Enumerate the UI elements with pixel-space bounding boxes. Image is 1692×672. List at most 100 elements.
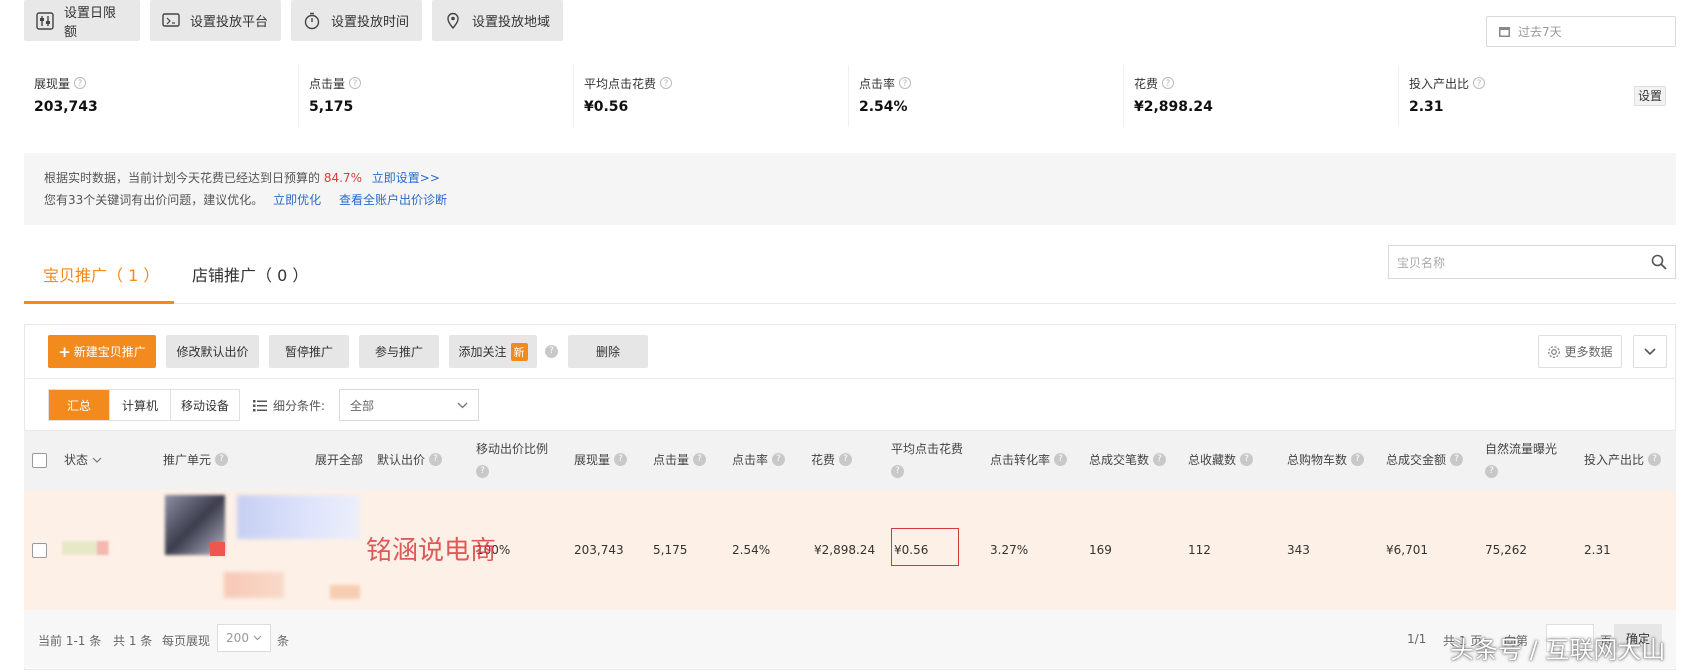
col-natural-exposure[interactable]: 自然流量曝光? <box>1485 440 1557 478</box>
col-gmv[interactable]: 总成交金额? <box>1386 451 1464 468</box>
help-icon[interactable]: ? <box>1240 453 1254 466</box>
col-mobile-ratio: 移动出价比例? <box>476 440 548 478</box>
calendar-icon <box>1499 26 1510 37</box>
col-orders[interactable]: 总成交笔数? <box>1089 451 1167 468</box>
stopwatch-icon <box>304 12 320 29</box>
filter-label-group: 细分条件: <box>253 397 325 414</box>
help-icon[interactable]: ? <box>1648 453 1662 466</box>
col-gmv-label: 总成交金额 <box>1386 453 1447 467</box>
col-status-label: 状态 <box>64 453 89 467</box>
notice-text-2: 您有33个关键词有出价问题，建议优化。 <box>44 193 264 207</box>
col-cart[interactable]: 总购物车数? <box>1287 451 1365 468</box>
col-avg-cpc-label: 平均点击花费 <box>891 442 964 456</box>
set-daily-limit-button[interactable]: 设置日限额 <box>24 0 140 41</box>
budget-percent: 84.7% <box>323 171 362 185</box>
col-clicks[interactable]: 点击量? <box>653 451 707 468</box>
help-icon[interactable]: ? <box>429 453 443 466</box>
help-icon[interactable]: ? <box>1351 453 1365 466</box>
col-default-bid: 默认出价? <box>377 451 443 468</box>
help-icon[interactable]: ? <box>476 465 489 478</box>
date-range-picker[interactable]: 过去7天 <box>1486 16 1676 47</box>
help-icon[interactable]: ? <box>614 453 628 466</box>
help-icon[interactable]: ? <box>1162 77 1175 89</box>
help-icon[interactable]: ? <box>660 77 673 89</box>
segment-mobile[interactable]: 移动设备 <box>171 390 239 420</box>
item-search-input[interactable]: 宝贝名称 <box>1388 245 1676 279</box>
cell-ctr: 2.54% <box>732 543 771 557</box>
help-icon[interactable]: ? <box>74 77 87 89</box>
chevron-down-icon <box>1644 347 1656 355</box>
col-avg-cpc[interactable]: 平均点击花费? <box>891 440 963 478</box>
help-icon[interactable]: ? <box>693 453 707 466</box>
delete-button[interactable]: 删除 <box>568 335 648 368</box>
platform-icon <box>162 12 180 27</box>
col-cvr[interactable]: 点击转化率? <box>990 451 1068 468</box>
optimize-now-link[interactable]: 立即优化 <box>273 193 321 207</box>
col-cost[interactable]: 花费? <box>811 451 853 468</box>
col-status[interactable]: 状态 <box>64 451 102 468</box>
col-impressions[interactable]: 展现量? <box>574 451 628 468</box>
active-tab-indicator <box>24 301 174 304</box>
thumbnail-badge <box>210 542 225 556</box>
pause-promotion-button[interactable]: 暂停推广 <box>269 335 349 368</box>
col-unit: 推广单元? <box>163 451 229 468</box>
col-roi[interactable]: 投入产出比? <box>1584 451 1662 468</box>
expand-toggle-button[interactable] <box>1633 335 1667 368</box>
help-icon[interactable]: ? <box>545 345 558 358</box>
add-follow-button[interactable]: 添加关注 新 <box>449 335 537 368</box>
help-icon[interactable]: ? <box>349 77 362 89</box>
tab-shop-promotion[interactable]: 店铺推广（ 0 ） <box>192 262 308 286</box>
set-region-button[interactable]: 设置投放地域 <box>432 0 563 41</box>
col-ctr[interactable]: 点击率? <box>732 451 786 468</box>
row-checkbox[interactable] <box>32 543 47 558</box>
per-page-select[interactable]: 200 <box>217 624 271 652</box>
metrics-settings-button[interactable]: 设置 <box>1634 86 1666 106</box>
help-icon[interactable]: ? <box>772 453 786 466</box>
cell-cost: ¥2,898.24 <box>814 543 876 557</box>
segment-summary[interactable]: 汇总 <box>49 390 110 420</box>
help-icon[interactable]: ? <box>891 465 904 478</box>
select-all-checkbox[interactable] <box>32 453 47 468</box>
filter-value: 全部 <box>350 398 375 413</box>
col-favorites[interactable]: 总收藏数? <box>1188 451 1254 468</box>
status-indicator-blurred <box>62 541 120 555</box>
metric-value: 203,743 <box>34 99 98 115</box>
set-time-label: 设置投放时间 <box>331 15 410 30</box>
help-icon[interactable]: ? <box>215 453 229 466</box>
col-mobile-ratio-label: 移动出价比例 <box>476 442 549 456</box>
expand-all-link[interactable]: 展开全部 <box>315 451 363 468</box>
col-cost-label: 花费 <box>811 453 836 467</box>
set-time-button[interactable]: 设置投放时间 <box>291 0 422 41</box>
filter-select[interactable]: 全部 <box>339 389 479 421</box>
help-icon[interactable]: ? <box>1485 465 1498 478</box>
search-placeholder: 宝贝名称 <box>1397 255 1446 270</box>
map-pin-icon <box>447 12 459 29</box>
help-icon[interactable]: ? <box>1153 453 1167 466</box>
segment-computer[interactable]: 计算机 <box>110 390 171 420</box>
new-item-promotion-button[interactable]: + 新建宝贝推广 <box>48 335 156 368</box>
tab-item-promotion[interactable]: 宝贝推广（ 1 ） <box>43 262 159 286</box>
more-data-button[interactable]: 更多数据 <box>1538 335 1622 368</box>
cell-avg-cpc: ¥0.56 <box>894 543 929 557</box>
metric-label: 展现量 <box>34 76 71 91</box>
modify-default-bid-button[interactable]: 修改默认出价 <box>166 335 259 368</box>
search-icon[interactable] <box>1651 254 1667 270</box>
set-now-link[interactable]: 立即设置>> <box>372 171 440 185</box>
help-icon[interactable]: ? <box>1473 77 1486 89</box>
help-icon[interactable]: ? <box>899 77 912 89</box>
new-promotion-label: 新建宝贝推广 <box>73 345 146 359</box>
col-ctr-label: 点击率 <box>732 453 769 467</box>
col-favorites-label: 总收藏数 <box>1188 453 1237 467</box>
product-meta-blurred-2 <box>330 585 360 599</box>
help-icon[interactable]: ? <box>839 453 853 466</box>
set-platform-button[interactable]: 设置投放平台 <box>150 0 281 41</box>
metric-value: ¥0.56 <box>584 99 629 115</box>
help-icon[interactable]: ? <box>1054 453 1068 466</box>
product-title-blurred[interactable] <box>237 495 360 539</box>
metric-value: 2.54% <box>859 99 908 115</box>
join-promotion-button[interactable]: 参与推广 <box>359 335 439 368</box>
bid-diagnosis-link[interactable]: 查看全账户出价诊断 <box>339 193 447 207</box>
cell-impressions: 203,743 <box>574 543 624 557</box>
cell-favorites: 112 <box>1188 543 1211 557</box>
help-icon[interactable]: ? <box>1450 453 1464 466</box>
